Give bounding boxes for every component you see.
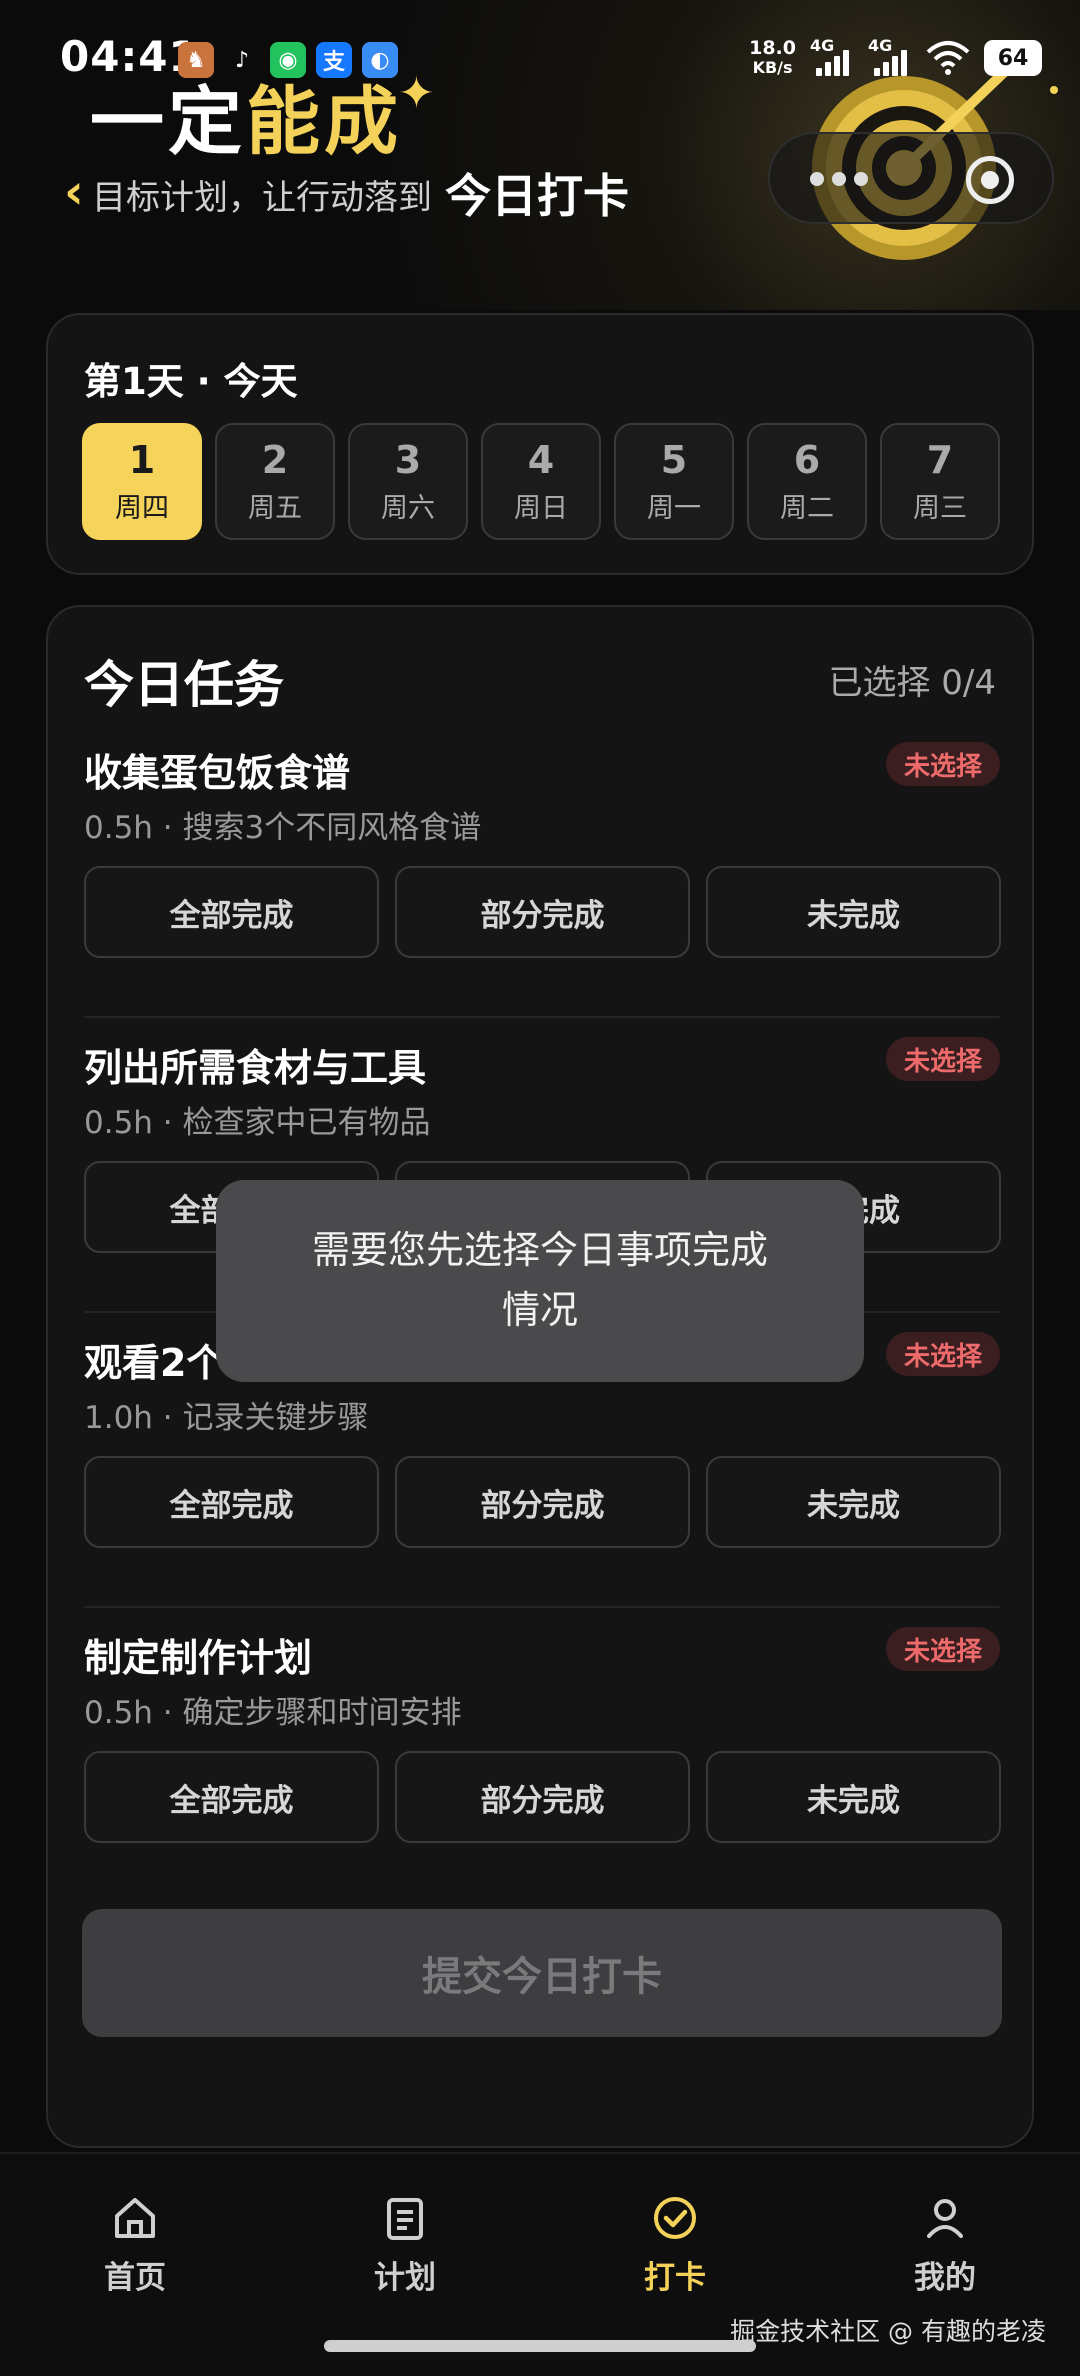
task-desc: 0.5h · 确定步骤和时间安排 bbox=[84, 1695, 462, 1731]
day-item-3[interactable]: 3 周六 bbox=[348, 423, 468, 540]
selected-count: 已选择 0/4 bbox=[828, 663, 996, 703]
status-badge: 未选择 bbox=[885, 1037, 1000, 1081]
task-name: 列出所需食材与工具 bbox=[84, 1046, 427, 1090]
slogan-part1: 一定 bbox=[90, 79, 246, 165]
day-weekday: 周三 bbox=[913, 493, 967, 524]
signal-icon: 4G bbox=[810, 36, 854, 80]
page-title: 今日打卡 bbox=[445, 169, 629, 223]
all-done-button[interactable]: 全部完成 bbox=[84, 866, 379, 958]
day-selector-card: 第1天 · 今天 1 周四 2 周五 3 周六 4 周日 5 周一 6 周二 7 周三 bbox=[46, 313, 1034, 575]
network-speed: 18.0 KB/s bbox=[749, 37, 796, 78]
watermark: 掘金技术社区 @ 有趣的老凌 bbox=[730, 2317, 1046, 2346]
tab-label: 我的 bbox=[914, 2260, 976, 2296]
more-menu-icon[interactable] bbox=[810, 172, 868, 186]
status-badge: 未选择 bbox=[885, 1627, 1000, 1671]
day-item-5[interactable]: 5 周一 bbox=[614, 423, 734, 540]
task-options: 全部完成 部分完成 未完成 bbox=[84, 1751, 1001, 1843]
close-mini-program-icon[interactable] bbox=[966, 156, 1014, 204]
status-badge: 未选择 bbox=[885, 742, 1000, 786]
day-title: 第1天 · 今天 bbox=[84, 360, 298, 403]
day-weekday: 周一 bbox=[647, 493, 701, 524]
slogan-part2: 能成 bbox=[246, 79, 402, 165]
task-desc: 1.0h · 记录关键步骤 bbox=[84, 1400, 369, 1436]
all-done-button[interactable]: 全部完成 bbox=[84, 1751, 379, 1843]
partial-done-button[interactable]: 部分完成 bbox=[395, 1751, 690, 1843]
task-name: 制定制作计划 bbox=[84, 1636, 313, 1680]
tab-home[interactable]: 首页 bbox=[55, 2194, 215, 2297]
toast-line-1: 需要您先选择今日事项完成 bbox=[311, 1228, 768, 1272]
day-item-4[interactable]: 4 周日 bbox=[481, 423, 601, 540]
divider bbox=[84, 1606, 1000, 1608]
tab-label: 打卡 bbox=[644, 2260, 706, 2296]
day-number: 5 bbox=[660, 438, 688, 482]
home-icon bbox=[115, 2198, 155, 2238]
day-number: 1 bbox=[128, 438, 156, 482]
partial-done-button[interactable]: 部分完成 bbox=[395, 866, 690, 958]
clipboard-icon bbox=[387, 2198, 423, 2240]
status-badge: 未选择 bbox=[885, 1332, 1000, 1376]
task-name: 观看2个 bbox=[84, 1341, 225, 1385]
day-weekday: 周四 bbox=[115, 493, 169, 524]
header-subtitle: 目标计划，让行动落到 bbox=[92, 178, 432, 218]
task-desc: 0.5h · 搜索3个不同风格食谱 bbox=[84, 810, 482, 846]
tab-profile[interactable]: 我的 bbox=[865, 2194, 1025, 2297]
back-button[interactable]: ‹ bbox=[64, 164, 84, 220]
wifi-icon bbox=[926, 41, 970, 75]
task-item-4: 制定制作计划 0.5h · 确定步骤和时间安排 未选择 全部完成 部分完成 未完… bbox=[84, 1627, 1001, 1891]
net-speed-value: 18.0 bbox=[749, 37, 796, 59]
not-done-button[interactable]: 未完成 bbox=[706, 1456, 1001, 1548]
tab-label: 计划 bbox=[374, 2260, 436, 2296]
day-number: 6 bbox=[793, 438, 821, 482]
status-indicators: 18.0 KB/s 4G 4G 64 bbox=[749, 36, 1042, 80]
net-speed-unit: KB/s bbox=[752, 58, 793, 77]
task-desc: 0.5h · 检查家中已有物品 bbox=[84, 1105, 431, 1141]
day-item-6[interactable]: 6 周二 bbox=[747, 423, 867, 540]
day-number: 7 bbox=[926, 438, 954, 482]
task-item-1: 收集蛋包饭食谱 0.5h · 搜索3个不同风格食谱 未选择 全部完成 部分完成 … bbox=[84, 742, 1001, 1006]
mini-program-capsule bbox=[768, 132, 1054, 224]
day-item-1[interactable]: 1 周四 bbox=[82, 423, 202, 540]
toast-message: 需要您先选择今日事项完成 情况 bbox=[216, 1180, 864, 1382]
tasks-title: 今日任务 bbox=[84, 656, 284, 714]
tab-label: 首页 bbox=[104, 2260, 166, 2296]
home-indicator[interactable] bbox=[324, 2340, 756, 2352]
check-circle-icon bbox=[654, 2197, 696, 2239]
day-item-2[interactable]: 2 周五 bbox=[215, 423, 335, 540]
signal-icon-2: 4G bbox=[868, 36, 912, 80]
divider bbox=[84, 1016, 1000, 1018]
user-icon bbox=[927, 2199, 963, 2238]
task-options: 全部完成 部分完成 未完成 bbox=[84, 1456, 1001, 1548]
day-weekday: 周六 bbox=[381, 493, 435, 524]
sparkle-icon: ✦ bbox=[398, 68, 435, 119]
submit-checkin-button[interactable]: 提交今日打卡 bbox=[82, 1909, 1002, 2037]
partial-done-button[interactable]: 部分完成 bbox=[395, 1456, 690, 1548]
task-options: 全部完成 部分完成 未完成 bbox=[84, 866, 1001, 958]
all-done-button[interactable]: 全部完成 bbox=[84, 1456, 379, 1548]
day-number: 2 bbox=[261, 438, 289, 482]
battery-indicator: 64 bbox=[984, 40, 1042, 76]
day-weekday: 周日 bbox=[514, 493, 568, 524]
slogan: 一定能成 bbox=[90, 62, 402, 169]
day-number: 4 bbox=[527, 438, 555, 482]
tab-plan[interactable]: 计划 bbox=[325, 2194, 485, 2297]
day-number: 3 bbox=[394, 438, 422, 482]
day-weekday: 周二 bbox=[780, 493, 834, 524]
not-done-button[interactable]: 未完成 bbox=[706, 1751, 1001, 1843]
day-item-7[interactable]: 7 周三 bbox=[880, 423, 1000, 540]
day-weekday: 周五 bbox=[248, 493, 302, 524]
toast-line-2: 情况 bbox=[501, 1288, 578, 1332]
task-name: 收集蛋包饭食谱 bbox=[84, 751, 351, 795]
tab-checkin[interactable]: 打卡 bbox=[595, 2194, 755, 2297]
not-done-button[interactable]: 未完成 bbox=[706, 866, 1001, 958]
day-list: 1 周四 2 周五 3 周六 4 周日 5 周一 6 周二 7 周三 bbox=[82, 423, 1000, 540]
